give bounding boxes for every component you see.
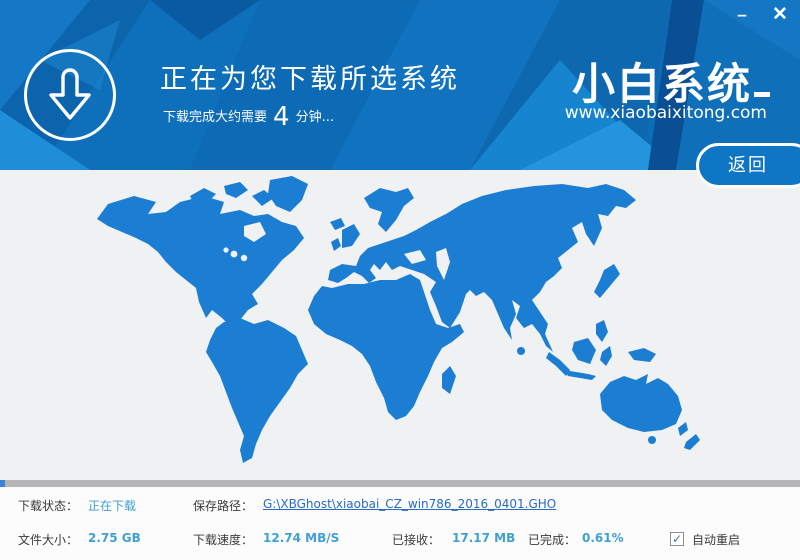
window-controls: – ✕: [728, 2, 794, 28]
close-button[interactable]: ✕: [766, 2, 794, 28]
speed-label: 下载速度：: [193, 531, 253, 548]
download-eta-text: 下载完成大约需要4分钟...: [163, 102, 334, 132]
download-progress-bar: [0, 480, 800, 487]
completed-label: 已完成：: [528, 531, 576, 548]
auto-restart-label: 自动重启: [692, 531, 740, 548]
download-icon: [24, 49, 116, 141]
file-size-value: 2.75 GB: [88, 531, 141, 545]
status-footer: 下载状态： 正在下载 保存路径： G:\XBGhost\xiaobai_CZ_w…: [0, 487, 800, 560]
minimize-button[interactable]: –: [728, 2, 756, 28]
completed-value: 0.61%: [582, 531, 624, 545]
back-button[interactable]: 返回: [696, 143, 800, 188]
download-status-value: 正在下载: [88, 497, 136, 514]
eta-suffix: 分钟...: [296, 110, 334, 125]
speed-value: 12.74 MB/S: [263, 531, 339, 545]
received-label: 已接收：: [392, 531, 440, 548]
save-path-link[interactable]: G:\XBGhost\xiaobai_CZ_win786_2016_0401.G…: [263, 497, 556, 511]
world-map-svg: [0, 170, 800, 480]
header: – ✕ 正在为您下载所选系统 下载完成大约需要4分钟... 小白系统 www.x…: [0, 0, 800, 170]
app-window: – ✕ 正在为您下载所选系统 下载完成大约需要4分钟... 小白系统 www.x…: [0, 0, 800, 560]
brand-website: www.xiaobaixitong.com: [565, 103, 767, 123]
auto-restart-checkbox[interactable]: ✓: [670, 532, 684, 546]
file-size-label: 文件大小：: [18, 531, 78, 548]
page-title: 正在为您下载所选系统: [160, 57, 460, 96]
logo-underline: [754, 92, 770, 97]
eta-prefix: 下载完成大约需要: [163, 110, 267, 125]
download-status-label: 下载状态：: [18, 497, 78, 514]
received-value: 17.17 MB: [452, 531, 515, 545]
save-path-label: 保存路径：: [193, 497, 253, 514]
world-map: [0, 170, 800, 480]
eta-minutes-value: 4: [267, 102, 296, 132]
download-progress-fill: [0, 480, 5, 487]
